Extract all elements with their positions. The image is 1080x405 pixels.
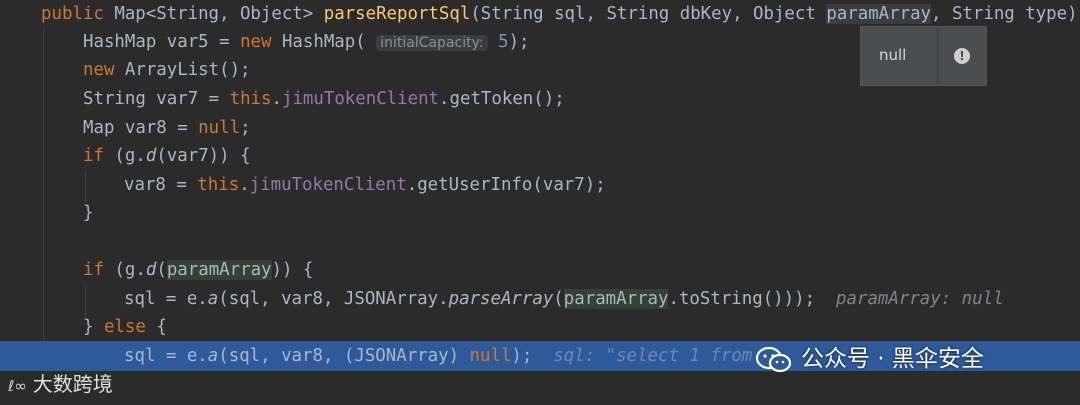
tooltip-divider bbox=[937, 27, 938, 85]
params-text: (String sql, String dbKey, Object bbox=[470, 4, 827, 24]
keyword: new bbox=[240, 32, 272, 52]
code-line[interactable]: String var7 = this.jimuTokenClient.getTo… bbox=[0, 85, 1080, 113]
method-call: a bbox=[207, 289, 219, 309]
code-text: . bbox=[239, 175, 250, 195]
code-text: ( bbox=[553, 289, 564, 309]
keyword: null bbox=[469, 346, 512, 366]
code-text: (g. bbox=[103, 146, 146, 166]
method-call: parseArray bbox=[448, 289, 554, 309]
code-text: ); bbox=[511, 346, 533, 366]
code-line[interactable]: } bbox=[0, 199, 1080, 227]
code-text: String var7 = bbox=[83, 89, 230, 109]
params-text: , String type) bbox=[931, 4, 1078, 24]
code-line[interactable]: } else { bbox=[0, 313, 1080, 341]
method-call: d bbox=[145, 260, 157, 280]
keyword: else bbox=[103, 317, 146, 337]
param-highlight: paramArray bbox=[826, 4, 932, 24]
code-text: { bbox=[145, 317, 167, 337]
code-line[interactable]: var8 = this.jimuTokenClient.getUserInfo(… bbox=[0, 171, 1080, 199]
code-text: .getUserInfo(var7); bbox=[406, 175, 606, 195]
keyword: if bbox=[83, 146, 104, 166]
parameter-hint: initialCapacity: bbox=[376, 35, 488, 51]
code-text: Map var8 = bbox=[83, 118, 199, 138]
field-name: jimuTokenClient bbox=[249, 175, 407, 195]
inline-debug-value: sql: "select 1 from bbox=[553, 346, 753, 366]
tooltip-value: null bbox=[879, 46, 907, 64]
brand-text: 大数跨境 bbox=[32, 372, 113, 396]
code-line[interactable]: sql = e.a(sql, var8, JSONArray.parseArra… bbox=[0, 285, 1080, 313]
watermark-text: 公众号 · 黑伞安全 bbox=[801, 346, 984, 372]
keyword: this bbox=[229, 89, 272, 109]
debug-value-tooltip[interactable]: null ! bbox=[860, 26, 987, 86]
code-text: (sql, var8, JSONArray. bbox=[218, 289, 449, 309]
code-text: .toString())); bbox=[668, 289, 816, 309]
code-text: sql = e. bbox=[124, 289, 208, 309]
wechat-icon bbox=[755, 346, 792, 372]
keyword: null bbox=[198, 118, 241, 138]
code-text: HashMap( bbox=[271, 32, 366, 52]
code-text: ); bbox=[508, 32, 530, 52]
brand-logo: ℓ∞ bbox=[8, 377, 27, 395]
return-type: Map<String, Object> bbox=[114, 4, 314, 24]
usage-highlight: paramArray bbox=[166, 260, 272, 280]
inline-debug-value: paramArray: null bbox=[836, 289, 1004, 309]
code-text: (g. bbox=[103, 260, 146, 280]
code-text: ( bbox=[156, 260, 167, 280]
keyword: if bbox=[83, 260, 104, 280]
code-line[interactable]: if (g.d(paramArray)) { bbox=[0, 256, 1080, 284]
method-call: a bbox=[207, 346, 219, 366]
code-text: (var7)) { bbox=[156, 146, 251, 166]
watermark: 公众号 · 黑伞安全 bbox=[755, 342, 984, 376]
method-call: d bbox=[145, 146, 157, 166]
code-text: (sql, var8, (JSONArray) bbox=[218, 346, 470, 366]
code-text: ; bbox=[240, 118, 251, 138]
code-line[interactable]: if (g.d(var7)) { bbox=[0, 142, 1080, 170]
exclamation-icon[interactable]: ! bbox=[954, 48, 970, 64]
code-line[interactable]: public Map<String, Object> parseReportSq… bbox=[0, 0, 1080, 28]
keyword: new bbox=[83, 60, 115, 80]
code-text: sql = e. bbox=[124, 346, 208, 366]
code-text: } bbox=[83, 203, 94, 223]
code-text: } bbox=[83, 317, 104, 337]
brand-watermark: ℓ∞ 大数跨境 bbox=[8, 368, 113, 400]
code-text: var8 = bbox=[124, 175, 198, 195]
number-literal: 5 bbox=[498, 32, 509, 52]
usage-highlight: paramArray bbox=[563, 289, 669, 309]
method-name: parseReportSql bbox=[323, 4, 471, 24]
keyword: this bbox=[197, 175, 240, 195]
field-name: jimuTokenClient bbox=[281, 89, 440, 109]
code-text: . bbox=[271, 89, 282, 109]
code-text: )) { bbox=[271, 260, 314, 280]
keyword: public bbox=[41, 4, 104, 24]
code-text: HashMap var5 = bbox=[83, 32, 241, 52]
code-text: .getToken(); bbox=[439, 89, 565, 109]
code-text: ArrayList(); bbox=[114, 60, 251, 80]
code-line[interactable]: Map var8 = null; bbox=[0, 114, 1080, 142]
